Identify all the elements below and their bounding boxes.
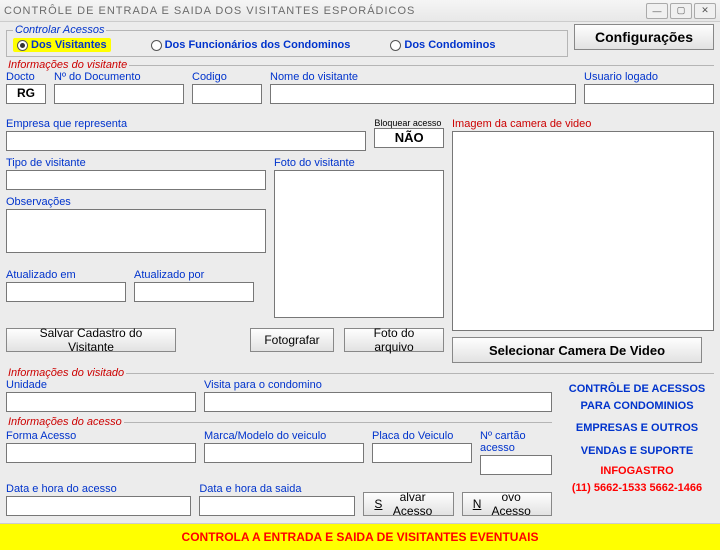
minimize-button[interactable]: — <box>646 3 668 19</box>
tipo-input[interactable] <box>6 170 266 190</box>
marca-label: Marca/Modelo do veiculo <box>204 430 364 442</box>
access-group-legend: Controlar Acessos <box>13 24 106 36</box>
visitado-group: Informações do visitado <box>6 367 714 379</box>
radio-funcionarios[interactable]: Dos Funcionários dos Condominos <box>151 39 351 51</box>
marca-input[interactable] <box>204 443 364 463</box>
radio-funcionarios-label: Dos Funcionários dos Condominos <box>165 39 351 51</box>
camera-panel <box>452 131 714 331</box>
nome-input[interactable] <box>270 84 576 104</box>
titlebar: CONTRÔLE DE ENTRADA E SAIDA DOS VISITANT… <box>0 0 720 22</box>
maximize-button[interactable]: ▢ <box>670 3 692 19</box>
radio-condominos-label: Dos Condominos <box>404 39 495 51</box>
company-line3: EMPRESAS E OUTROS <box>560 420 714 437</box>
usuario-label: Usuario logado <box>584 71 714 83</box>
company-line4: VENDAS E SUPORTE <box>560 443 714 460</box>
bloquear-label: Bloquear acesso <box>374 118 444 128</box>
foto-arquivo-button[interactable]: Foto do arquivo <box>344 328 444 352</box>
selecionar-camera-button[interactable]: Selecionar Camera De Video <box>452 337 702 363</box>
radio-condominos[interactable]: Dos Condominos <box>390 39 495 51</box>
foto-panel <box>274 170 444 318</box>
docto-label: Docto <box>6 71 46 83</box>
codigo-input[interactable] <box>192 84 262 104</box>
radio-visitantes-label: Dos Visitantes <box>31 39 107 51</box>
bloquear-field[interactable]: NÃO <box>374 128 444 148</box>
unidade-input[interactable] <box>6 392 196 412</box>
usuario-input[interactable] <box>584 84 714 104</box>
data-saida-input[interactable] <box>199 496 355 516</box>
config-button[interactable]: Configurações <box>574 24 714 50</box>
company-line5: INFOGASTRO <box>560 463 714 480</box>
atualizado-por-label: Atualizado por <box>134 269 254 281</box>
company-line2: PARA CONDOMINIOS <box>560 398 714 415</box>
radio-dot-icon <box>17 40 28 51</box>
visitado-legend: Informações do visitado <box>6 367 126 379</box>
placa-label: Placa do Veiculo <box>372 430 472 442</box>
camera-label: Imagem da camera de video <box>452 118 714 130</box>
atualizado-em-label: Atualizado em <box>6 269 126 281</box>
forma-label: Forma Acesso <box>6 430 196 442</box>
window-buttons: — ▢ ✕ <box>646 3 716 19</box>
numdoc-label: Nº do Documento <box>54 71 184 83</box>
obs-label: Observações <box>6 196 266 208</box>
nome-label: Nome do visitante <box>270 71 576 83</box>
company-panel: CONTRÔLE DE ACESSOS PARA CONDOMINIOS EMP… <box>560 379 714 516</box>
radio-dot-icon <box>390 40 401 51</box>
obs-textarea[interactable] <box>6 209 266 253</box>
data-acesso-input[interactable] <box>6 496 191 516</box>
footer-bar: CONTROLA A ENTRADA E SAIDA DE VISITANTES… <box>0 523 720 550</box>
radio-dot-icon <box>151 40 162 51</box>
placa-input[interactable] <box>372 443 472 463</box>
acesso-legend: Informações do acesso <box>6 416 124 428</box>
data-saida-label: Data e hora da saida <box>199 483 355 495</box>
tipo-label: Tipo de visitante <box>6 157 266 169</box>
codigo-label: Codigo <box>192 71 262 83</box>
close-button[interactable]: ✕ <box>694 3 716 19</box>
data-acesso-label: Data e hora do acesso <box>6 483 191 495</box>
unidade-label: Unidade <box>6 379 196 391</box>
visitor-info-group: Informações do visitante <box>6 59 714 71</box>
empresa-label: Empresa que representa <box>6 118 366 130</box>
visitor-info-legend: Informações do visitante <box>6 59 129 71</box>
cartao-input[interactable] <box>480 455 552 475</box>
salvar-visitante-button[interactable]: Salvar Cadastro do Visitante <box>6 328 176 352</box>
cartao-label: Nº cartão acesso <box>480 430 552 454</box>
docto-field[interactable]: RG <box>6 84 46 104</box>
acesso-group: Informações do acesso <box>6 416 552 428</box>
atualizado-em-input[interactable] <box>6 282 126 302</box>
empresa-input[interactable] <box>6 131 366 151</box>
company-line1: CONTRÔLE DE ACESSOS <box>560 381 714 398</box>
fotografar-button[interactable]: Fotografar <box>250 328 334 352</box>
visita-para-label: Visita para o condomino <box>204 379 552 391</box>
novo-acesso-button[interactable]: Novo Acesso <box>462 492 552 516</box>
company-line6: (11) 5662-1533 5662-1466 <box>560 480 714 497</box>
window-title: CONTRÔLE DE ENTRADA E SAIDA DOS VISITANT… <box>4 5 646 17</box>
atualizado-por-input[interactable] <box>134 282 254 302</box>
numdoc-input[interactable] <box>54 84 184 104</box>
salvar-acesso-button[interactable]: Salvar Acesso <box>363 492 453 516</box>
access-group: Controlar Acessos Dos Visitantes Dos Fun… <box>6 24 568 57</box>
foto-label: Foto do visitante <box>274 157 444 169</box>
radio-visitantes[interactable]: Dos Visitantes <box>13 38 111 52</box>
forma-input[interactable] <box>6 443 196 463</box>
visita-para-input[interactable] <box>204 392 552 412</box>
